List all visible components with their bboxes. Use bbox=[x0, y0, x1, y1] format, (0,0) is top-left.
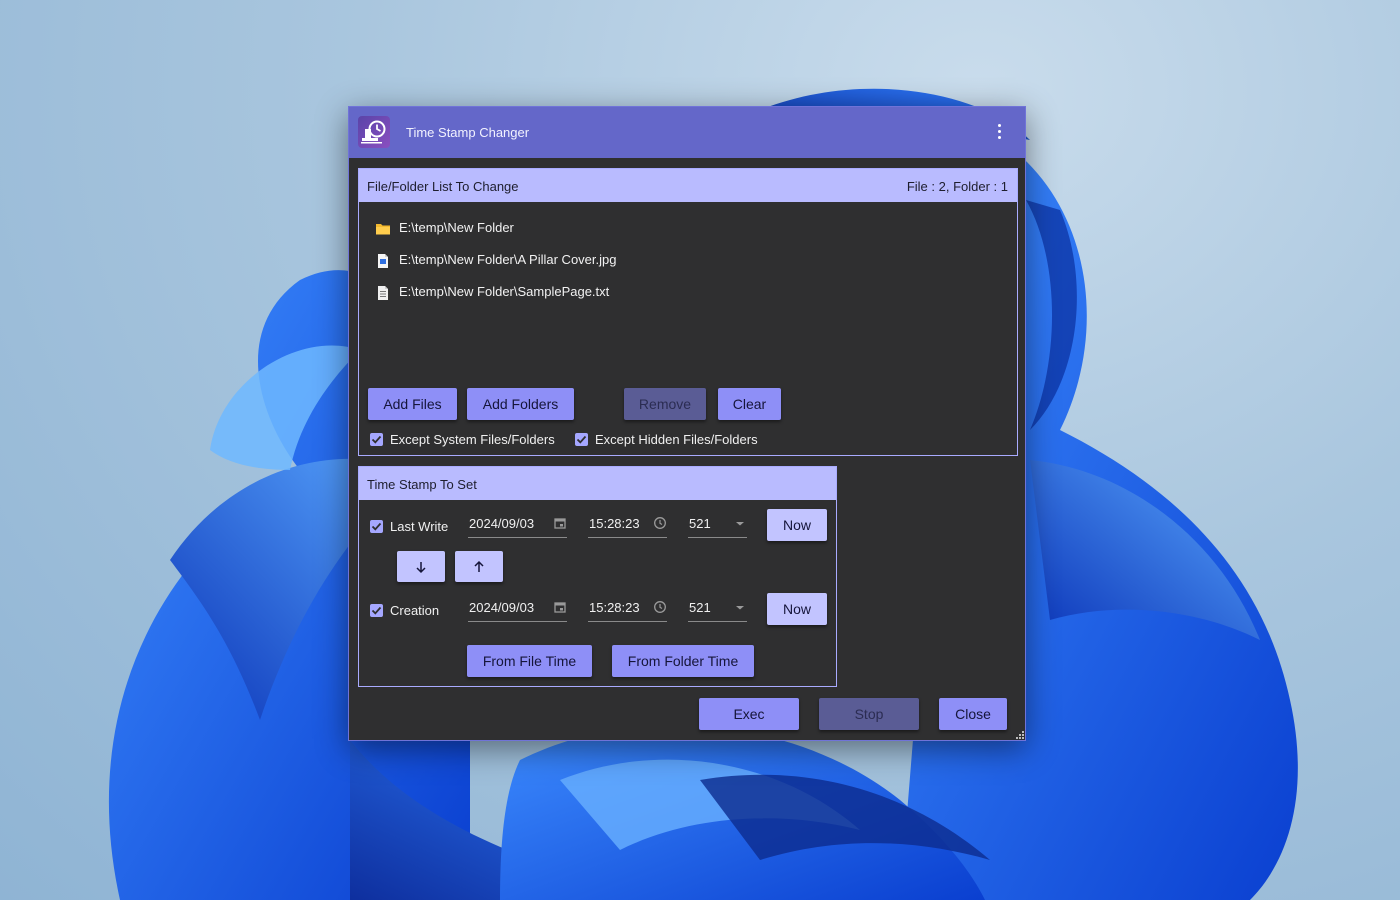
copy-down-button[interactable] bbox=[397, 551, 445, 582]
except-system-label: Except System Files/Folders bbox=[390, 432, 555, 447]
last-write-time-field[interactable]: 15:28:23 bbox=[588, 513, 667, 538]
more-options-icon[interactable] bbox=[989, 121, 1009, 143]
last-write-ms-select[interactable]: 521 bbox=[688, 513, 747, 538]
except-hidden-checkbox[interactable]: Except Hidden Files/Folders bbox=[575, 432, 758, 447]
calendar-icon[interactable] bbox=[553, 516, 567, 530]
file-list-panel: File/Folder List To Change File : 2, Fol… bbox=[358, 168, 1018, 456]
resize-grip-icon[interactable] bbox=[1013, 728, 1025, 740]
list-item[interactable]: E:\temp\New Folder bbox=[369, 213, 999, 245]
window-title: Time Stamp Changer bbox=[406, 125, 530, 140]
list-item[interactable]: E:\temp\New Folder\A Pillar Cover.jpg bbox=[369, 245, 999, 277]
title-bar[interactable]: Time Stamp Changer bbox=[349, 107, 1025, 158]
last-write-time-value: 15:28:23 bbox=[589, 516, 640, 531]
from-folder-time-button[interactable]: From Folder Time bbox=[612, 645, 754, 677]
checkbox-checked-icon bbox=[370, 520, 383, 533]
arrow-down-icon bbox=[416, 561, 426, 573]
arrow-up-icon bbox=[474, 560, 484, 572]
chevron-down-icon bbox=[736, 522, 744, 526]
checkbox-checked-icon bbox=[370, 604, 383, 617]
text-file-icon bbox=[378, 286, 388, 300]
folder-icon bbox=[376, 224, 390, 235]
checkbox-checked-icon bbox=[575, 433, 588, 446]
file-list: E:\temp\New Folder E:\temp\New Folder\A … bbox=[369, 213, 999, 309]
exec-button[interactable]: Exec bbox=[699, 698, 799, 730]
last-write-ms-value: 521 bbox=[689, 516, 711, 531]
file-path: E:\temp\New Folder bbox=[399, 220, 514, 235]
creation-time-value: 15:28:23 bbox=[589, 600, 640, 615]
copy-up-button[interactable] bbox=[455, 551, 503, 582]
timestamp-header: Time Stamp To Set bbox=[359, 467, 836, 500]
app-window: Time Stamp Changer File/Folder List To C… bbox=[348, 106, 1026, 741]
last-write-checkbox[interactable]: Last Write bbox=[370, 519, 448, 534]
file-path: E:\temp\New Folder\SamplePage.txt bbox=[399, 284, 610, 299]
creation-checkbox[interactable]: Creation bbox=[370, 603, 439, 618]
last-write-date-value: 2024/09/03 bbox=[469, 516, 535, 531]
except-hidden-label: Except Hidden Files/Folders bbox=[595, 432, 758, 447]
checkbox-checked-icon bbox=[370, 433, 383, 446]
last-write-date-field[interactable]: 2024/09/03 bbox=[468, 513, 567, 538]
image-file-icon bbox=[378, 254, 388, 268]
file-list-title: File/Folder List To Change bbox=[367, 179, 519, 194]
file-path: E:\temp\New Folder\A Pillar Cover.jpg bbox=[399, 252, 617, 267]
clock-icon[interactable] bbox=[653, 516, 667, 530]
creation-date-field[interactable]: 2024/09/03 bbox=[468, 597, 567, 622]
timestamp-panel: Time Stamp To Set Last Write 2024/09/03 … bbox=[358, 466, 837, 687]
creation-date-value: 2024/09/03 bbox=[469, 600, 535, 615]
clock-icon[interactable] bbox=[653, 600, 667, 614]
remove-button[interactable]: Remove bbox=[624, 388, 706, 420]
creation-now-button[interactable]: Now bbox=[767, 593, 827, 625]
add-files-button[interactable]: Add Files bbox=[368, 388, 457, 420]
app-logo-icon bbox=[358, 116, 390, 148]
creation-label: Creation bbox=[390, 603, 440, 618]
timestamp-title: Time Stamp To Set bbox=[367, 477, 477, 492]
creation-time-field[interactable]: 15:28:23 bbox=[588, 597, 667, 622]
add-folders-button[interactable]: Add Folders bbox=[467, 388, 574, 420]
from-file-time-button[interactable]: From File Time bbox=[467, 645, 592, 677]
file-count-label: File : 2, Folder : 1 bbox=[906, 179, 1008, 194]
file-list-header: File/Folder List To Change File : 2, Fol… bbox=[359, 169, 1017, 202]
chevron-down-icon bbox=[736, 606, 744, 610]
stop-button[interactable]: Stop bbox=[819, 698, 919, 730]
clear-button[interactable]: Clear bbox=[718, 388, 781, 420]
close-button[interactable]: Close bbox=[939, 698, 1007, 730]
creation-ms-select[interactable]: 521 bbox=[688, 597, 747, 622]
last-write-now-button[interactable]: Now bbox=[767, 509, 827, 541]
last-write-label: Last Write bbox=[390, 519, 449, 534]
creation-ms-value: 521 bbox=[689, 600, 711, 615]
calendar-icon[interactable] bbox=[553, 600, 567, 614]
except-system-checkbox[interactable]: Except System Files/Folders bbox=[370, 432, 555, 447]
list-item[interactable]: E:\temp\New Folder\SamplePage.txt bbox=[369, 277, 999, 309]
